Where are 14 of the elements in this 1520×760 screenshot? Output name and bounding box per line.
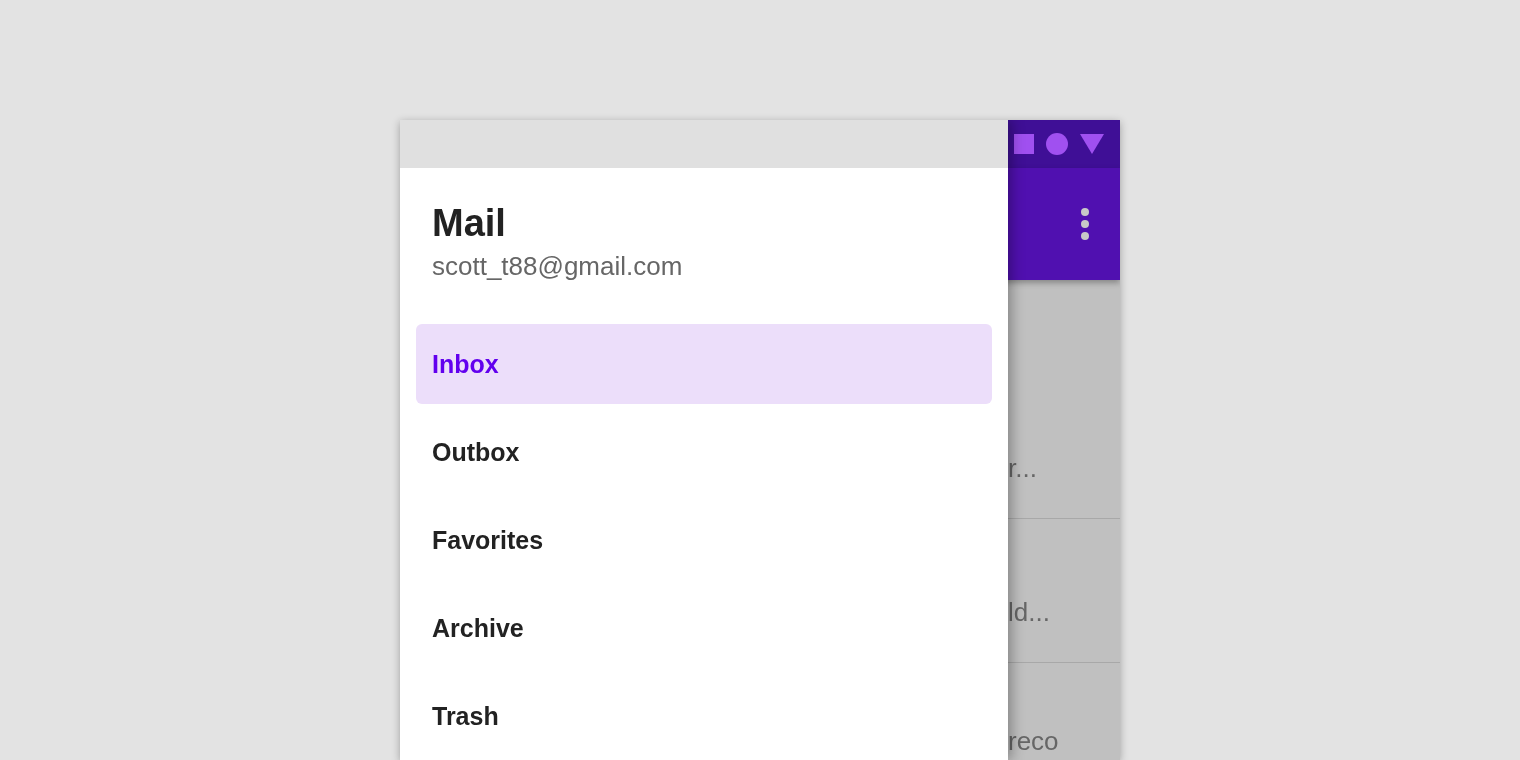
drawer-item[interactable]: Inbox [416,324,992,404]
drawer-title: Mail [432,202,507,245]
message-snippet: reco [1008,726,1059,757]
circle-icon [1046,133,1068,155]
drawer-item[interactable]: Outbox [416,412,992,492]
square-icon [1014,134,1034,154]
drawer-item[interactable]: Archive [416,588,992,668]
message-snippet: ld... [1008,597,1050,628]
triangle-icon [1080,134,1104,154]
more-vert-icon[interactable] [1080,207,1090,241]
account-email: scott_t88@gmail.com [432,251,684,282]
drawer-item[interactable]: Trash [416,676,992,756]
message-snippet: r... [1008,453,1037,484]
drawer-item[interactable]: Favorites [416,500,992,580]
